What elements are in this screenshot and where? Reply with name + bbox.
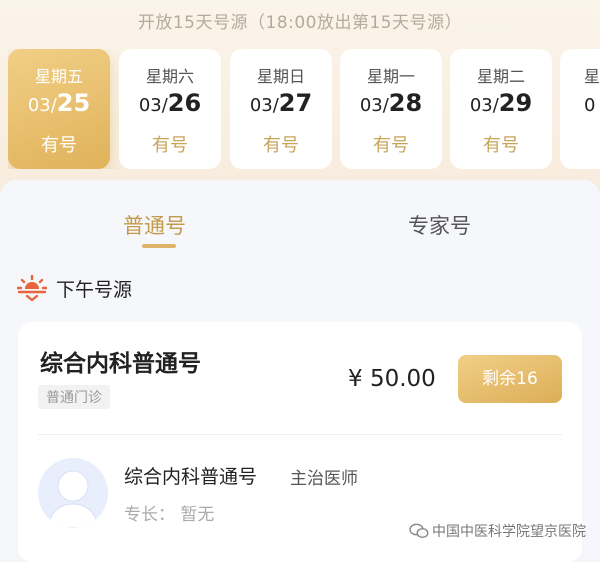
date-day: 29 [498, 89, 533, 117]
department-name: 综合内科普通号 [40, 351, 201, 377]
date-day: 25 [56, 89, 91, 117]
date-selector-band: 开放15天号源（18:00放出第15天号源） 星期五 03/25 有号 星期六 … [0, 0, 600, 192]
date-value: 03/29 [450, 89, 552, 117]
date-weekday: 星 [584, 67, 600, 86]
date-card-0329[interactable]: 星期二 03/29 有号 [450, 49, 552, 169]
watermark: 中国中医科学院望京医院 [409, 521, 586, 541]
date-status: 有号 [373, 135, 409, 156]
date-value: 03/27 [230, 89, 332, 117]
date-list: 星期五 03/25 有号 星期六 03/26 有号 星期日 03/27 有号 星… [8, 49, 600, 169]
date-weekday: 星期二 [476, 67, 525, 86]
date-month: 03/ [249, 95, 279, 116]
sunset-icon [17, 274, 47, 302]
date-month: 03/ [27, 95, 57, 116]
doctor-title: 主治医师 [290, 469, 358, 489]
date-day: 26 [167, 89, 202, 117]
person-icon [47, 470, 99, 528]
date-day: 27 [278, 89, 313, 117]
date-card-0327[interactable]: 星期日 03/27 有号 [230, 49, 332, 169]
date-weekday: 星期日 [256, 67, 305, 86]
date-month: 03/ [138, 95, 168, 116]
date-month: 03/ [359, 95, 389, 116]
tab-expert[interactable]: 专家号 [408, 210, 471, 240]
clinic-type-badge: 普通门诊 [38, 385, 110, 409]
watermark-text: 中国中医科学院望京医院 [432, 524, 586, 540]
date-card-0328[interactable]: 星期一 03/28 有号 [340, 49, 442, 169]
date-value: 03/28 [340, 89, 442, 117]
section-label: 下午号源 [56, 279, 133, 301]
date-day: 28 [388, 89, 423, 117]
date-weekday: 星期一 [366, 67, 415, 86]
date-value: 03/25 [8, 89, 110, 117]
date-month: 03/ [469, 95, 499, 116]
divider [38, 434, 562, 435]
date-weekday: 星期五 [34, 67, 83, 86]
date-status: 有号 [152, 135, 188, 156]
doctor-specialty: 专长： 暂无 [124, 505, 215, 525]
slot-content: 普通号 专家号 下午号源 综合内科普通号 普通门诊 ¥ 50.00 剩余16 综… [0, 180, 600, 562]
date-card-0325[interactable]: 星期五 03/25 有号 [8, 49, 110, 169]
active-tab-indicator [142, 244, 176, 248]
date-status: 有号 [263, 135, 299, 156]
tab-general[interactable]: 普通号 [123, 210, 186, 240]
date-value: 0 [560, 89, 600, 117]
date-month: 0 [584, 95, 596, 116]
price: ¥ 50.00 [348, 366, 436, 392]
remaining-slots-button[interactable]: 剩余16 [458, 355, 562, 403]
date-card-0326[interactable]: 星期六 03/26 有号 [119, 49, 221, 169]
doctor-avatar [38, 458, 108, 528]
wechat-icon [409, 523, 429, 539]
date-status: 有号 [41, 135, 77, 156]
date-card-next-partial[interactable]: 星 0 [560, 49, 600, 169]
date-value: 03/26 [119, 89, 221, 117]
doctor-name: 综合内科普通号 [124, 466, 258, 488]
date-status: 有号 [483, 135, 519, 156]
booking-notice: 开放15天号源（18:00放出第15天号源） [137, 13, 463, 33]
date-weekday: 星期六 [145, 67, 194, 86]
